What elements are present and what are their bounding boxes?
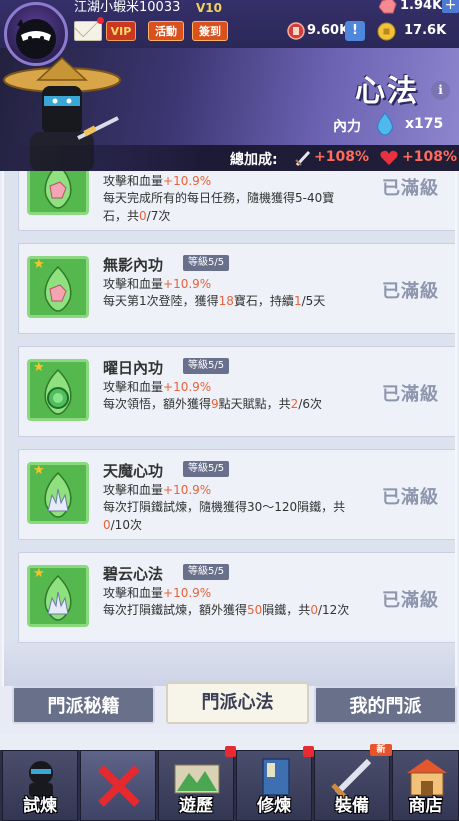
gem-flask-icon: ★ — [27, 256, 89, 318]
skill-name: 曜日內功 — [103, 359, 164, 377]
tab-my-sect[interactable]: 我的門派 — [314, 686, 457, 724]
skill-level-badge: 等級5/5 — [183, 564, 230, 580]
max-level-label: 已滿級 — [382, 590, 439, 611]
avatar[interactable] — [4, 2, 68, 66]
max-level-label: 已滿級 — [382, 178, 439, 199]
signin-button[interactable]: 簽到 — [192, 21, 228, 41]
skill-name: 碧云心法 — [103, 565, 164, 583]
bonus-hp-value: +108% — [402, 149, 457, 165]
max-level-label: 已滿級 — [382, 487, 439, 508]
notification-dot — [97, 17, 104, 24]
skill-level-badge: 等級5/5 — [183, 461, 230, 477]
max-level-label: 已滿級 — [382, 281, 439, 302]
skill-description: 每天第1次登陸，獲得18寶石，持續1/5天 — [103, 294, 326, 308]
skill-card[interactable]: ★ 碧云心法 等級5/5 攻擊和血量+10.9% 每次打隕鐵試煉，額外獲得50隕… — [18, 552, 455, 643]
token-alert-button[interactable]: ! — [345, 21, 365, 41]
header-banner: 心法 i 內力 x175 總加成: +108% +108% — [0, 48, 459, 171]
skill-card[interactable]: ★ 攻擊和血量+10.9% 每天完成所有的每日任務，隨機獲得5-40寶石，共0/… — [18, 171, 455, 231]
skill-list[interactable]: ★ 攻擊和血量+10.9% 每天完成所有的每日任務，隨機獲得5-40寶石，共0/… — [2, 171, 457, 686]
coin-count: 17.6K — [404, 23, 447, 38]
sword-icon — [295, 150, 311, 167]
skill-description: 每天完成所有的每日任務，隨機獲得5-40寶石，共0/7次 — [103, 191, 335, 223]
new-badge: 新 — [370, 744, 392, 756]
vip-button[interactable]: VIP — [106, 21, 136, 41]
skill-description: 每次打隕鐵試煉，額外獲得50隕鐵，共0/12次 — [103, 603, 350, 617]
tab-bar: 門派秘籍 門派心法 我的門派 — [0, 682, 459, 734]
crystal-flask-icon: ★ — [27, 565, 89, 627]
skill-stat: 攻擊和血量+10.9% — [103, 174, 212, 188]
skill-stat: 攻擊和血量+10.9% — [103, 483, 212, 497]
nav-travel[interactable]: 遊歷 — [158, 750, 234, 821]
gem-count: 1.94K — [400, 0, 443, 13]
coin-icon — [377, 22, 396, 41]
add-gems-button[interactable]: + — [442, 0, 459, 13]
notification-dot — [225, 746, 236, 757]
max-level-label: 已滿級 — [382, 384, 439, 405]
inner-power-value: x175 — [405, 116, 444, 132]
nav-cultivate[interactable]: 修煉 — [236, 750, 312, 821]
token-icon — [287, 22, 305, 40]
skill-level-badge: 等級5/5 — [183, 358, 230, 374]
water-drop-icon — [377, 112, 393, 136]
skill-card[interactable]: ★ 曜日內功 等級5/5 攻擊和血量+10.9% 每次領悟，額外獲得9點天賦點，… — [18, 346, 455, 437]
ninja-avatar-icon — [16, 19, 56, 59]
nav-label: 修煉 — [257, 796, 291, 816]
event-button[interactable]: 活動 — [148, 21, 184, 41]
orb-flask-icon: ★ — [27, 359, 89, 421]
bonus-label: 總加成: — [230, 152, 278, 168]
skill-level-badge: 等級5/5 — [183, 255, 230, 271]
page-title: 心法 — [355, 74, 419, 109]
nav-label: 裝備 — [335, 796, 369, 816]
crystal-flask-icon: ★ — [27, 462, 89, 524]
nav-label: 試煉 — [23, 796, 57, 816]
heart-icon — [380, 150, 398, 165]
skill-card[interactable]: ★ 天魔心功 等級5/5 攻擊和血量+10.9% 每次打隕鐵試煉，隨機獲得30～… — [18, 449, 455, 540]
bonus-attack-value: +108% — [314, 149, 369, 165]
tab-sect-methods[interactable]: 門派心法 — [166, 682, 309, 724]
nav-equipment[interactable]: 裝備 — [314, 750, 390, 821]
nav-label: 商店 — [408, 796, 443, 816]
mail-icon[interactable] — [74, 21, 102, 41]
nav-shop[interactable]: 商店 — [392, 750, 459, 821]
skill-card[interactable]: ★ 無影內功 等級5/5 攻擊和血量+10.9% 每天第1次登陸，獲得18寶石，… — [18, 243, 455, 334]
gem-flask-icon: ★ — [27, 171, 89, 215]
vip-level: V10 — [196, 1, 222, 15]
skill-description: 每次領悟，額外獲得9點天賦點，共2/6次 — [103, 397, 322, 411]
skill-stat: 攻擊和血量+10.9% — [103, 277, 212, 291]
skill-name: 無影內功 — [103, 256, 164, 274]
skill-description: 每次打隕鐵試煉，隨機獲得30～120隕鐵，共0/10次 — [103, 500, 346, 532]
skill-name: 天魔心功 — [103, 462, 164, 480]
tab-sect-manuals[interactable]: 門派秘籍 — [12, 686, 155, 724]
skill-stat: 攻擊和血量+10.9% — [103, 586, 212, 600]
inner-power-label: 內力 — [333, 119, 361, 135]
info-icon[interactable]: i — [431, 81, 450, 100]
nav-trial[interactable]: 試煉 — [2, 750, 78, 821]
top-bar: 江湖小蝦米10033 V10 VIP 活動 簽到 1.94K + 9.60K !… — [0, 0, 459, 48]
cloud-decoration — [4, 638, 455, 686]
token-count: 9.60K — [307, 23, 350, 38]
bottom-nav: 試煉 遊歷 修煉 裝備 新 商店 — [0, 744, 459, 821]
nav-battle[interactable] — [80, 750, 156, 821]
skill-stat: 攻擊和血量+10.9% — [103, 380, 212, 394]
gem-icon — [379, 0, 397, 14]
crossed-swords-icon — [98, 765, 140, 807]
notification-dot — [303, 746, 314, 757]
nav-label: 遊歷 — [179, 796, 213, 816]
